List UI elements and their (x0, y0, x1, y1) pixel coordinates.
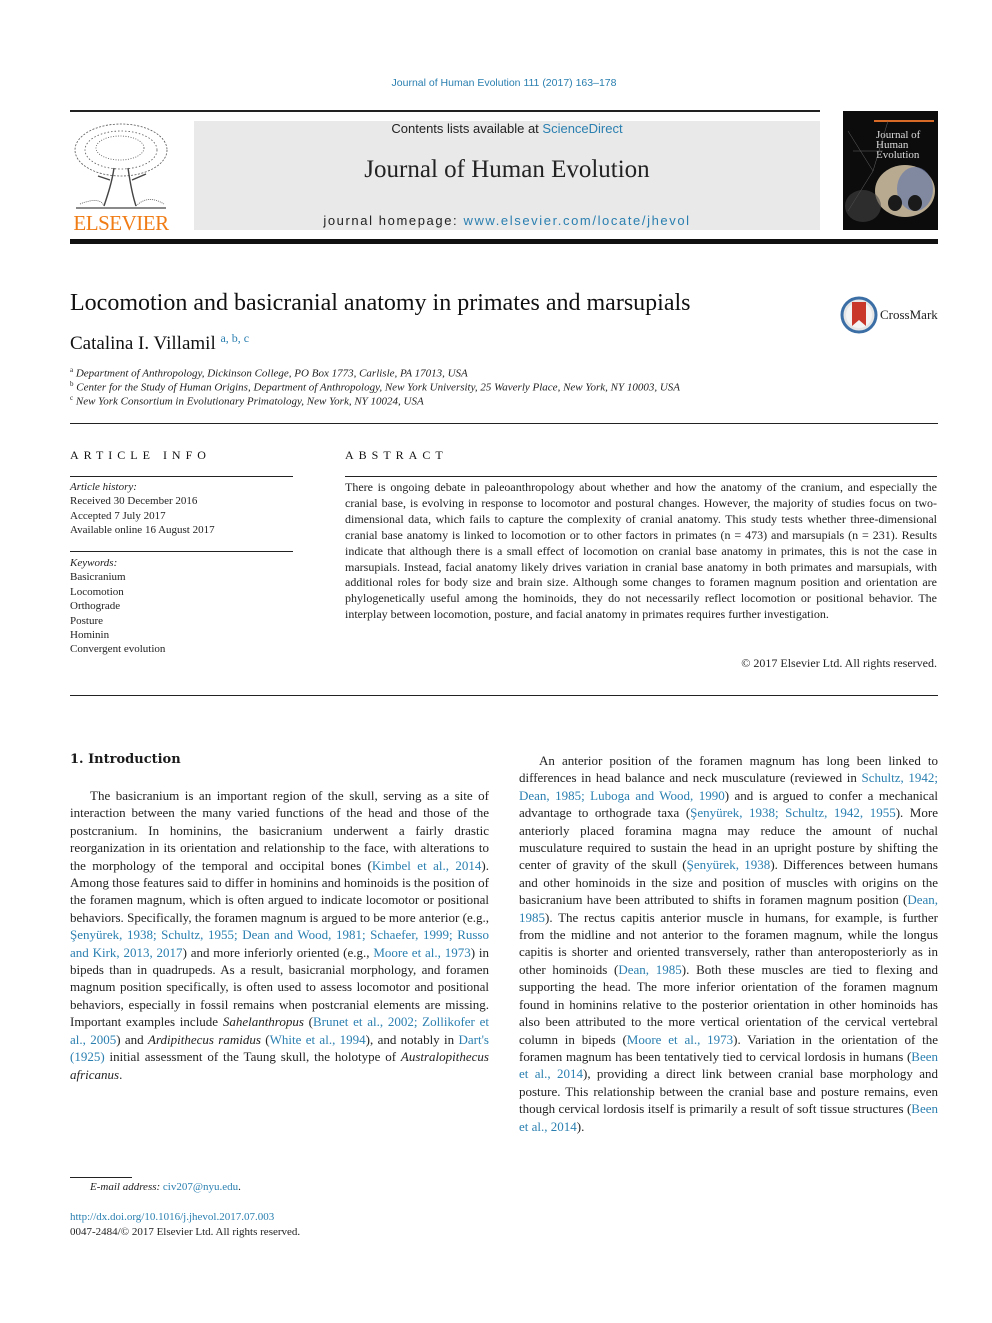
citation-link[interactable]: Kimbel et al., 2014 (372, 858, 482, 873)
taxon-name: Ardipithecus ramidus (148, 1031, 261, 1047)
affiliation-c: c New York Consortium in Evolutionary Pr… (70, 394, 424, 408)
email-label: E-mail address: (90, 1181, 163, 1193)
email-link[interactable]: civ207@nyu.edu (163, 1181, 238, 1193)
article-info-heading: ARTICLE INFO (70, 448, 211, 462)
keywords-label: Keywords: (70, 557, 118, 569)
section-heading-introduction: 1. Introduction (70, 752, 181, 767)
title-block-rule (70, 423, 938, 424)
contents-prefix: Contents lists available at (391, 121, 543, 136)
journal-title: Journal of Human Evolution (364, 156, 650, 183)
history-online: Available online 16 August 2017 (70, 524, 215, 537)
keyword: Orthograde (70, 600, 121, 613)
issn-copyright: 0047-2484/© 2017 Elsevier Ltd. All right… (70, 1226, 301, 1238)
journal-citation[interactable]: Journal of Human Evolution 111 (2017) 16… (0, 77, 992, 89)
crossmark-label[interactable]: CrossMark (880, 307, 938, 323)
journal-homepage: journal homepage: www.elsevier.com/locat… (194, 213, 820, 228)
affiliation-b: b Center for the Study of Human Origins,… (70, 380, 680, 394)
taxon-name: Sahelanthropus (222, 1014, 304, 1030)
abstract-text: There is ongoing debate in paleoanthropo… (345, 480, 937, 622)
skull-icon (845, 120, 935, 222)
affiliation-text: Department of Anthropology, Dickinson Co… (75, 367, 468, 380)
header-rule (70, 110, 820, 112)
citation-link[interactable]: White et al., 1994 (270, 1032, 366, 1047)
abstract-rule (345, 476, 937, 477)
citation-link[interactable]: Moore et al., 1973 (373, 945, 470, 960)
author-name: Catalina I. Villamil a, b, c (70, 331, 249, 355)
abstract-bottom-rule (70, 695, 938, 696)
abstract-heading: ABSTRACT (345, 448, 448, 462)
body-column-left: The basicranium is an important region o… (70, 787, 489, 1083)
citation-link[interactable]: Dean, 1985 (519, 892, 938, 924)
doi-link[interactable]: http://dx.doi.org/10.1016/j.jhevol.2017.… (70, 1211, 274, 1223)
citation-link[interactable]: Dean, 1985 (618, 962, 681, 977)
crossmark-icon[interactable] (840, 296, 878, 339)
affiliation-sup: b (70, 380, 74, 388)
affiliation-sup: a (70, 366, 74, 374)
body-column-right: An anterior position of the foramen magn… (519, 752, 938, 1135)
keyword: Posture (70, 614, 103, 627)
keyword: Locomotion (70, 585, 124, 598)
article-info-rule (70, 476, 293, 477)
taxon-name: Australopithecus africanus (70, 1049, 489, 1082)
affiliation-sup: c (70, 394, 74, 402)
homepage-prefix: journal homepage: (323, 213, 464, 228)
doi-line: http://dx.doi.org/10.1016/j.jhevol.2017.… (70, 1211, 274, 1223)
keywords: Keywords: Basicranium Locomotion Orthogr… (70, 556, 165, 657)
article-history: Article history: Received 30 December 20… (70, 480, 215, 538)
journal-cover-image[interactable]: Journal of Human Evolution (843, 111, 938, 230)
sciencedirect-link[interactable]: ScienceDirect (542, 121, 622, 136)
affiliation-a: a Department of Anthropology, Dickinson … (70, 366, 468, 380)
email-footnote: E-mail address: civ207@nyu.edu. (90, 1181, 241, 1193)
abstract-copyright: © 2017 Elsevier Ltd. All rights reserved… (741, 656, 937, 670)
elsevier-wordmark[interactable]: ELSEVIER (70, 211, 172, 236)
affiliation-text: New York Consortium in Evolutionary Prim… (75, 395, 424, 408)
citation-link[interactable]: Moore et al., 1973 (627, 1032, 733, 1047)
citation-link[interactable]: Been et al., 2014 (519, 1049, 938, 1081)
citation-link[interactable]: Been et al., 2014 (519, 1101, 938, 1133)
paragraph: The basicranium is an important region o… (70, 788, 489, 1082)
author-affiliation-links[interactable]: a, b, c (220, 331, 249, 345)
keyword: Convergent evolution (70, 643, 166, 656)
citation-link[interactable]: Şenyürek, 1938 (687, 857, 771, 872)
header-thick-rule (70, 239, 938, 244)
article-title: Locomotion and basicranial anatomy in pr… (70, 290, 691, 316)
footnote-rule (70, 1177, 132, 1178)
paragraph: An anterior position of the foramen magn… (519, 753, 939, 1134)
author-name-text: Catalina I. Villamil (70, 333, 216, 354)
keyword: Hominin (70, 629, 110, 642)
contents-line: Contents lists available at ScienceDirec… (194, 121, 820, 136)
affiliation-text: Center for the Study of Human Origins, D… (76, 381, 681, 394)
history-accepted: Accepted 7 July 2017 (70, 509, 166, 522)
keywords-rule (70, 551, 293, 552)
citation-link[interactable]: Şenyürek, 1938; Schultz, 1942, 1955 (690, 805, 896, 820)
homepage-link[interactable]: www.elsevier.com/locate/jhevol (463, 213, 690, 228)
history-label: Article history: (70, 481, 137, 493)
citation-link[interactable]: Schultz, 1942; Dean, 1985; Luboga and Wo… (519, 770, 938, 802)
keyword: Basicranium (70, 571, 126, 584)
history-received: Received 30 December 2016 (70, 495, 198, 508)
